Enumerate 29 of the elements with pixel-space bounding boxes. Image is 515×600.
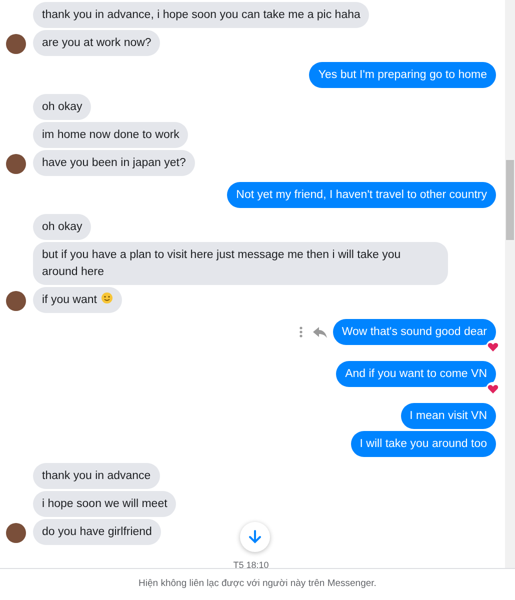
scrollbar-thumb[interactable] xyxy=(506,160,514,240)
heart-icon xyxy=(486,340,500,354)
message-bubble: I will take you around too xyxy=(350,431,496,457)
message-bubble: Yes but I'm preparing go to home xyxy=(309,62,496,88)
avatar xyxy=(6,291,26,311)
message-bubble: have you been in japan yet? xyxy=(33,150,195,176)
avatar xyxy=(6,34,26,54)
more-options-icon[interactable] xyxy=(298,326,303,338)
message-bubble: oh okay xyxy=(33,214,92,240)
timestamp: T5 18:10 xyxy=(232,559,270,568)
message-bubble: but if you have a plan to visit here just message me then i will take you around here xyxy=(33,242,448,285)
heart-icon xyxy=(486,382,500,396)
message-bubble: im home now done to work xyxy=(33,122,188,148)
message-bubble: I mean visit VN xyxy=(400,403,496,429)
message-bubble: if you want xyxy=(33,287,122,313)
message-bubble: i hope soon we will meet xyxy=(33,491,176,517)
message-bubble: oh okay xyxy=(33,94,92,120)
avatar xyxy=(6,523,26,543)
scroll-down-button[interactable] xyxy=(240,522,270,552)
avatar xyxy=(6,154,26,174)
message-bubble: do you have girlfriend xyxy=(33,519,161,545)
status-message: Hiện không liên lạc được với người này trên Messenger. xyxy=(138,577,376,592)
message-bubble: are you at work now? xyxy=(33,30,160,56)
message-bubble: thank you in advance xyxy=(33,463,160,489)
message-bubble: Not yet my friend, I haven't travel to other country xyxy=(227,182,496,208)
arrow-down-icon xyxy=(249,530,261,544)
scrollbar[interactable] xyxy=(505,0,515,568)
message-bubble: thank you in advance, i hope soon you can take me a pic haha xyxy=(33,2,370,28)
reply-icon[interactable] xyxy=(312,326,327,338)
